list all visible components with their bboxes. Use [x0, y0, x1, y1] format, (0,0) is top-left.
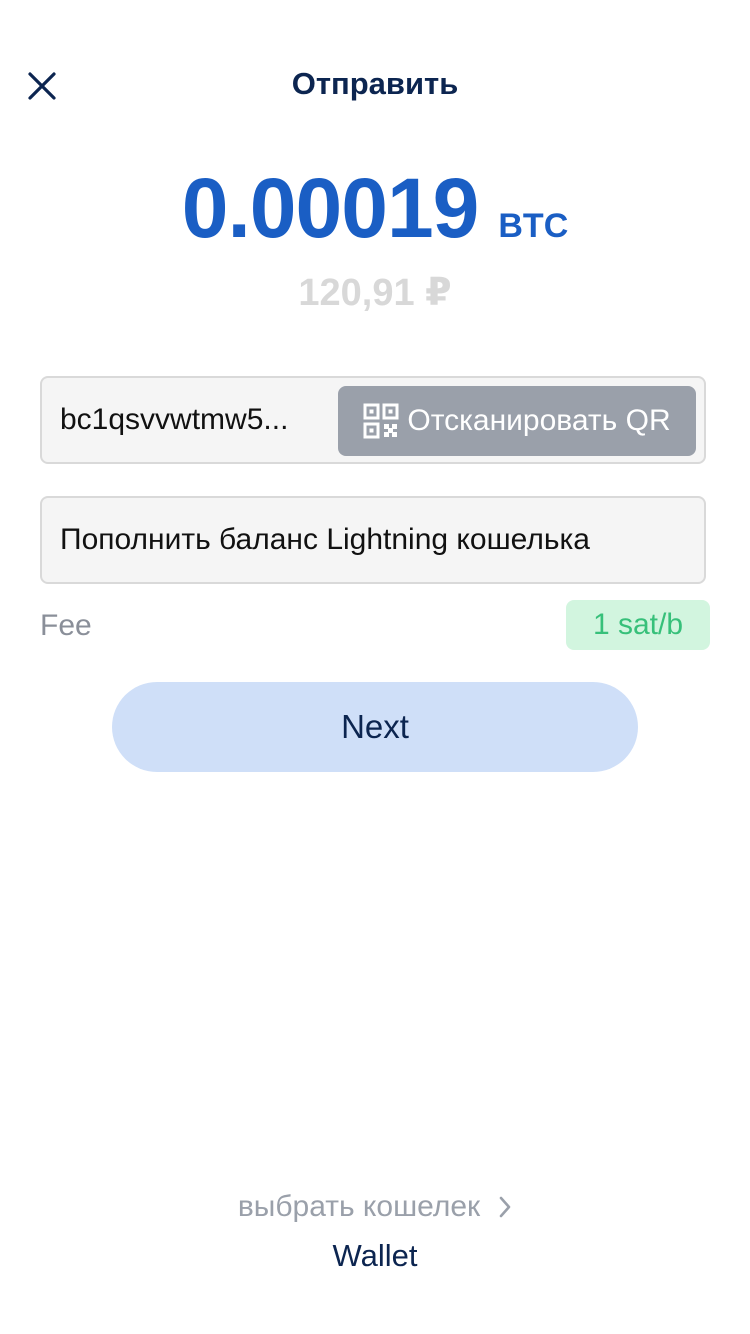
fee-label: Fee [40, 609, 92, 642]
fiat-amount: 120,91 ₽ [298, 272, 452, 314]
choose-wallet-label: выбрать кошелек [237, 1190, 481, 1223]
amount-value: 0.00019 [181, 161, 480, 255]
fee-rate-button[interactable]: 1 sat/b [566, 600, 710, 650]
address-input[interactable]: bc1qsvvwtmw5... [60, 378, 322, 462]
selected-wallet-name[interactable]: Wallet [0, 1238, 750, 1274]
choose-wallet-button[interactable]: выбрать кошелек [0, 1190, 750, 1224]
memo-field[interactable]: Пополнить баланс Lightning кошелька [40, 496, 706, 584]
scan-qr-label: Отсканировать QR [407, 404, 671, 437]
chevron-right-icon [499, 1196, 511, 1218]
address-field[interactable]: bc1qsvvwtmw5... Отсканировать QR [40, 376, 706, 464]
amount-display: 0.00019 BTC [0, 160, 750, 257]
next-button[interactable]: Next [112, 682, 638, 772]
amount-unit: BTC [498, 207, 569, 245]
memo-input[interactable]: Пополнить баланс Lightning кошелька [60, 498, 590, 582]
page-title: Отправить [291, 66, 459, 101]
scan-qr-button[interactable]: Отсканировать QR [338, 386, 696, 456]
qr-code-icon [363, 403, 399, 439]
